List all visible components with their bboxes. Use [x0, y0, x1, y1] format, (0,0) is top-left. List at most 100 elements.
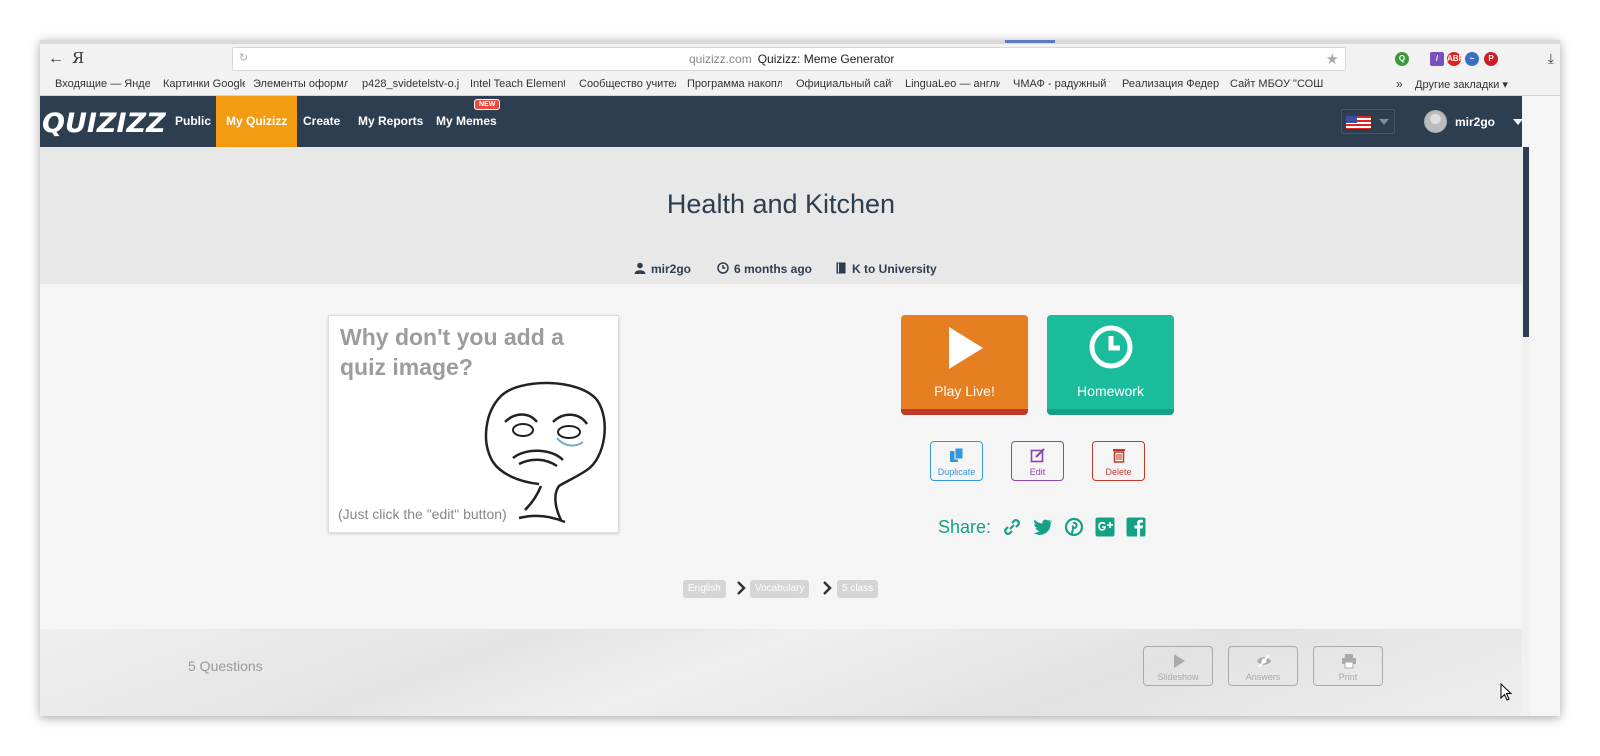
duplicate-button[interactable]: Duplicate: [930, 441, 983, 481]
quiz-content: Why don't you add a quiz image? (Just cl…: [40, 284, 1522, 629]
author-name: mir2go: [651, 262, 692, 276]
mouse-cursor-icon: [1500, 683, 1512, 701]
extension-pen-icon[interactable]: /: [1430, 52, 1444, 66]
new-badge: NEW: [474, 99, 501, 110]
quiz-image-prompt: Why don't you add a quiz image?: [340, 324, 564, 380]
user-icon: [634, 262, 646, 274]
duplicate-label: Duplicate: [937, 467, 976, 477]
url-domain: quizizz.com: [689, 52, 752, 66]
user-avatar[interactable]: [1424, 110, 1447, 133]
grade-range: K to University: [852, 262, 937, 276]
bookmark-item[interactable]: Программа накопле: [687, 78, 782, 90]
homework-button[interactable]: Homework: [1047, 315, 1174, 415]
nav-create[interactable]: Create: [293, 96, 350, 147]
twitter-icon[interactable]: [1033, 517, 1053, 537]
bookmark-item[interactable]: Реализация Федерал: [1122, 78, 1219, 90]
time-ago: 6 months ago: [734, 262, 813, 276]
clock-icon: [1089, 325, 1133, 369]
download-icon[interactable]: ⤓: [1548, 50, 1554, 67]
answers-button[interactable]: Answers: [1228, 646, 1298, 686]
nav-my-reports[interactable]: My Reports: [348, 96, 433, 147]
bookmark-item[interactable]: Сообщество учителе: [579, 78, 676, 90]
extension-search-icon[interactable]: Q: [1395, 52, 1409, 66]
facebook-icon[interactable]: [1126, 517, 1146, 537]
quizizz-logo[interactable]: QUIZIZZ: [42, 108, 166, 139]
chevron-right-icon: [737, 581, 746, 595]
share-label: Share:: [938, 517, 992, 537]
language-select[interactable]: [1341, 109, 1395, 134]
slideshow-button[interactable]: Slideshow: [1143, 646, 1213, 686]
quiz-image-placeholder[interactable]: Why don't you add a quiz image? (Just cl…: [328, 315, 619, 533]
delete-button[interactable]: Delete: [1092, 441, 1145, 481]
chevron-right-icon: [823, 581, 832, 595]
active-tab-indicator[interactable]: [1005, 40, 1055, 43]
page-title: Quizizz: Meme Generator: [757, 52, 895, 66]
quiz-author: mir2go: [634, 262, 691, 276]
book-icon: [836, 262, 846, 274]
yandex-logo[interactable]: Я: [72, 49, 84, 67]
quiz-time: 6 months ago: [717, 262, 812, 276]
bookmark-item[interactable]: ЧМАФ - радужный т: [1013, 78, 1110, 90]
bookmark-item[interactable]: Элементы оформлен: [253, 78, 348, 90]
bookmark-item[interactable]: Входящие — Яндекс: [55, 78, 150, 90]
print-button[interactable]: Print: [1313, 646, 1383, 686]
chevron-down-icon: [1379, 119, 1389, 125]
browser-toolbar: ← Я ↻ quizizz.com Quizizz: Meme Generator…: [40, 44, 1560, 74]
bookmark-star-icon[interactable]: ★: [1326, 50, 1339, 68]
questions-bar: 5 Questions Slideshow Answers Print: [40, 629, 1522, 716]
play-icon: [949, 327, 983, 369]
bookmark-item[interactable]: LinguaLeo — англий: [905, 78, 1000, 90]
bookmark-item[interactable]: Intel Teach Elements: [470, 78, 565, 90]
address-text: quizizz.com Quizizz: Meme Generator: [689, 52, 894, 66]
scrollbar-thumb[interactable]: [1523, 147, 1529, 337]
homework-label: Homework: [1077, 383, 1144, 399]
google-plus-icon[interactable]: [1095, 517, 1115, 537]
tag-grade[interactable]: 5 class: [837, 580, 879, 598]
other-bookmarks[interactable]: Другие закладки ▾: [1415, 78, 1508, 91]
quiz-grade: K to University: [835, 262, 937, 276]
answers-label: Answers: [1245, 672, 1281, 682]
adblock-icon[interactable]: ABP: [1447, 52, 1464, 66]
quiz-image-hint: (Just click the "edit" button): [338, 506, 507, 522]
duplicate-icon: [950, 447, 964, 462]
bookmarks-bar: Входящие — Яндекс Картинки Google Элемен…: [40, 74, 1560, 96]
quiz-header: Health and Kitchen mir2go 6 months ago K…: [40, 147, 1522, 284]
print-label: Print: [1338, 672, 1358, 682]
page-scrollbar[interactable]: [1522, 147, 1530, 716]
quizizz-navbar: QUIZIZZ Public My Quizizz Create My Repo…: [40, 96, 1523, 147]
eye-slash-icon: [1257, 654, 1271, 668]
link-icon[interactable]: [1002, 517, 1022, 537]
user-menu-caret-icon[interactable]: [1513, 119, 1523, 125]
browser-window: ← Я ↻ quizizz.com Quizizz: Meme Generator…: [40, 40, 1560, 716]
us-flag-icon: [1346, 116, 1371, 129]
bookmark-item[interactable]: Картинки Google: [163, 78, 245, 90]
user-name[interactable]: mir2go: [1455, 115, 1495, 129]
bookmark-item[interactable]: Сайт МБОУ "СОШ №: [1230, 78, 1327, 90]
pinterest-icon[interactable]: [1064, 517, 1084, 537]
printer-icon: [1342, 654, 1356, 669]
play-icon: [1174, 654, 1185, 668]
trash-icon: [1113, 449, 1125, 463]
delete-label: Delete: [1105, 467, 1132, 477]
slideshow-label: Slideshow: [1157, 672, 1199, 682]
pinterest-extension-icon[interactable]: P: [1484, 52, 1498, 66]
tag-topic[interactable]: Vocabulary: [750, 580, 810, 598]
play-live-label: Play Live!: [934, 383, 995, 399]
bookmark-item[interactable]: p428_svidetelstv-o.jpg: [362, 78, 459, 90]
clock-icon: [717, 262, 729, 274]
edit-icon: [1030, 448, 1045, 463]
more-bookmarks-chevron[interactable]: »: [1396, 77, 1403, 91]
nav-my-quizizz[interactable]: My Quizizz: [216, 96, 298, 147]
back-arrow-icon[interactable]: ←: [46, 49, 66, 69]
reload-icon[interactable]: ↻: [239, 51, 248, 64]
bookmark-item[interactable]: Официальный сайт Р: [796, 78, 893, 90]
nav-public[interactable]: Public: [165, 96, 221, 147]
play-live-button[interactable]: Play Live!: [901, 315, 1028, 415]
quiz-title: Health and Kitchen: [666, 189, 896, 219]
tag-subject[interactable]: English: [683, 580, 726, 598]
extension-cloud-icon[interactable]: ~: [1465, 52, 1479, 66]
edit-button[interactable]: Edit: [1011, 441, 1064, 481]
question-count: 5 Questions: [188, 658, 263, 674]
address-bar[interactable]: ↻ quizizz.com Quizizz: Meme Generator ★: [232, 47, 1346, 71]
edit-label: Edit: [1029, 467, 1046, 477]
